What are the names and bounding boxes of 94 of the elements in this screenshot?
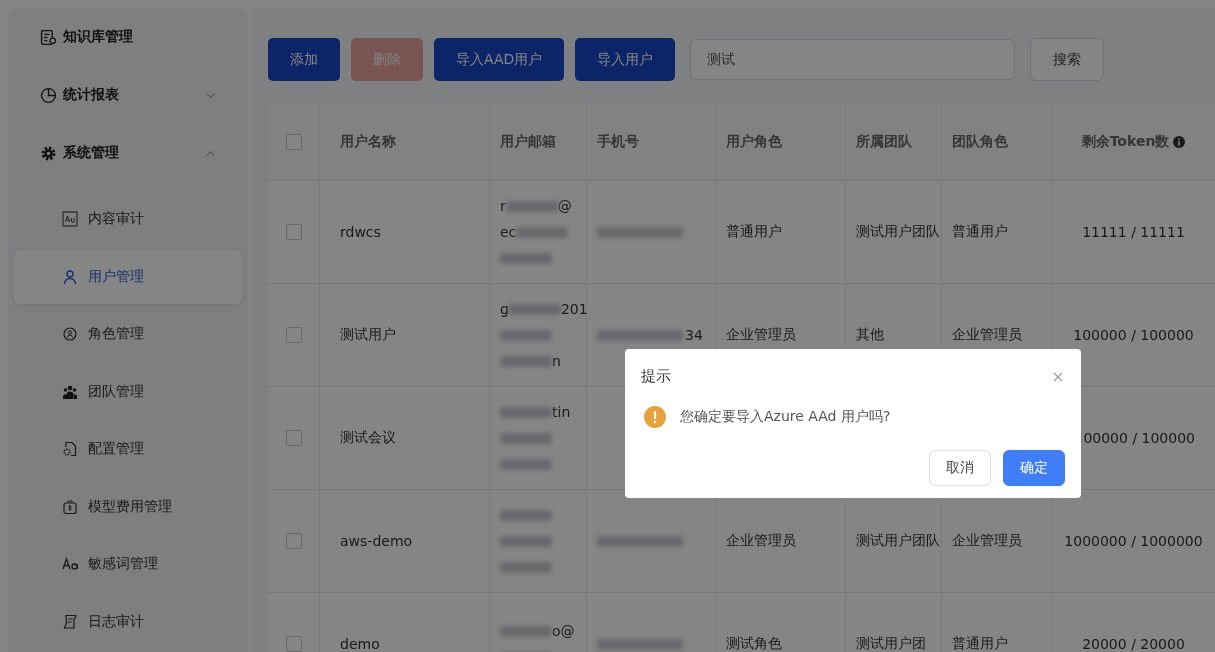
table-cell: 其他 [856, 326, 884, 344]
email-fragment: ec [500, 224, 517, 240]
menu-item[interactable]: 角色管理 [14, 307, 242, 361]
document-icon [40, 28, 57, 46]
table-cell: 普通用户 [952, 223, 1008, 241]
column-header: 手机号 [597, 132, 639, 151]
email-fragment: tin [552, 404, 571, 420]
blurred-text [500, 561, 552, 573]
column-header: 用户邮箱 [500, 132, 556, 151]
table-cell: 企业管理员 [952, 532, 1022, 550]
blurred-text [500, 432, 552, 444]
table-cell: aws-demo [340, 533, 413, 549]
table-cell: 11111 / 11111 [1082, 224, 1185, 240]
toolbar-button[interactable]: 添加 [268, 38, 340, 81]
blurred-text [505, 200, 558, 212]
table-cell: 1000000 / 1000000 [1064, 533, 1203, 549]
menu-item[interactable]: 配置管理 [14, 422, 242, 476]
cancel-button[interactable]: 取消 [929, 450, 991, 486]
dialog-title: 提示 [641, 367, 671, 386]
warning-icon [644, 406, 666, 428]
table-cell: 20000 / 20000 [1082, 636, 1185, 652]
au-icon [62, 211, 78, 227]
menu-group[interactable]: 统计报表 [14, 76, 242, 114]
table-cell: 测试会议 [340, 429, 396, 447]
table-cell: 测试用户 [340, 326, 396, 344]
checkbox[interactable] [285, 327, 302, 343]
info-icon [1173, 135, 1186, 148]
table-cell: 100000 / 100000 [1073, 327, 1194, 343]
blurred-text [500, 329, 552, 341]
table-cell: 00000 / 100000 [1083, 430, 1195, 446]
table-cell: 企业管理员 [952, 326, 1022, 344]
blurred-text [516, 226, 569, 238]
menu-group-label: 知识库管理 [63, 28, 134, 46]
email-fragment: o@ [552, 623, 575, 639]
column-header: 用户名称 [340, 132, 396, 151]
column-header: 用户角色 [726, 132, 782, 151]
checkbox[interactable] [285, 224, 302, 240]
menu-group-label: 系统管理 [63, 144, 120, 162]
pie-chart-icon [40, 86, 57, 104]
blurred-text [500, 458, 552, 470]
menu-item[interactable]: 用户管理 [14, 249, 242, 304]
menu-group[interactable]: 系统管理 [14, 134, 242, 172]
blurred-text [500, 509, 552, 521]
column-header: 所属团队 [856, 132, 912, 151]
menu-item[interactable]: 模型费用管理 [14, 479, 242, 534]
menu-item[interactable]: 团队管理 [14, 364, 242, 419]
table-cell: 测试用户团队 [856, 223, 940, 241]
toolbar-button[interactable]: 导入用户 [575, 38, 676, 81]
column-header: 剩余Token数 [1081, 132, 1170, 151]
checkbox[interactable] [285, 636, 302, 652]
email-fragment: 201 [560, 301, 588, 317]
close-icon[interactable] [1053, 371, 1063, 382]
file-settings-icon [62, 441, 78, 457]
phone-fragment: 34 [685, 327, 703, 343]
settings-icon [40, 144, 57, 162]
blurred-text [500, 355, 552, 367]
table-cell: 普通用户 [726, 223, 782, 241]
money-bag-icon [62, 498, 78, 515]
blurred-text [508, 303, 561, 315]
email-fragment: @ [557, 198, 572, 214]
table-cell: 企业管理员 [726, 532, 796, 550]
email-fragment: n [552, 353, 561, 369]
table-cell: 企业管理员 [726, 326, 796, 344]
user-circle-icon [62, 326, 78, 342]
blurred-text [500, 535, 552, 547]
menu-item[interactable]: 日志审计 [14, 594, 242, 649]
blurred-text [500, 406, 552, 418]
checkbox[interactable] [285, 133, 302, 150]
toolbar-button[interactable]: 导入AAD用户 [434, 38, 565, 81]
blurred-text [500, 625, 552, 637]
user-icon [62, 268, 78, 285]
menu-group[interactable]: 知识库管理 [14, 18, 242, 56]
menu-item[interactable]: 敏感词管理 [14, 537, 242, 591]
table-cell: demo [340, 636, 380, 652]
table-cell: 测试角色 [726, 635, 782, 652]
menu-item[interactable]: 内容审计 [14, 192, 242, 246]
search-field[interactable]: 测试 [690, 39, 1016, 80]
team-icon [62, 383, 78, 400]
checkbox[interactable] [285, 430, 302, 446]
menu-group-label: 统计报表 [63, 86, 120, 104]
column-header: 团队角色 [952, 132, 1008, 151]
font-icon [62, 556, 80, 572]
table-cell: 测试用户团 [856, 635, 926, 652]
search-button[interactable]: 搜索 [1030, 38, 1105, 81]
email-fragment: g [500, 301, 509, 317]
checkbox[interactable] [285, 533, 302, 549]
table-cell: 测试用户团队 [856, 532, 940, 550]
confirm-button[interactable]: 确定 [1003, 450, 1065, 486]
scroll-icon [62, 613, 78, 630]
email-fragment: r [500, 198, 506, 214]
table-cell: 普通用户 [952, 635, 1008, 652]
table-cell: rdwcs [340, 224, 381, 240]
dialog-message: 您确定要导入Azure AAd 用户吗? [680, 408, 891, 426]
blurred-text [500, 252, 552, 264]
